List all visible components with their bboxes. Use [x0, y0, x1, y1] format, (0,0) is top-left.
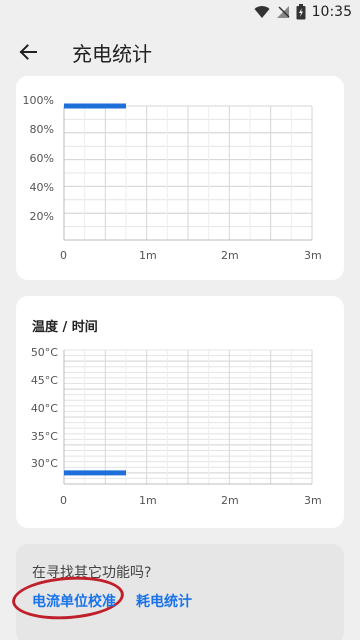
- x-tick-label: 0: [60, 249, 67, 262]
- more-features-card: 在寻找其它功能吗? 电流单位校准 耗电统计: [10, 544, 344, 640]
- x-tick-label: 3m: [304, 494, 322, 507]
- y-tick-label: 80%: [29, 123, 54, 136]
- y-tick-label: 100%: [22, 94, 54, 107]
- y-tick-label: 40°C: [30, 402, 58, 415]
- chart-title: 温度 / 时间: [32, 320, 98, 335]
- y-tick-label: 35°C: [30, 430, 58, 443]
- battery-chart-card: 100% 80% 60% 40% 20% 0 1m 2m 3m: [16, 76, 344, 280]
- y-tick-label: 30°C: [30, 457, 58, 470]
- grid: [63, 105, 313, 241]
- back-button[interactable]: [0, 24, 56, 80]
- temperature-chart-plot: [63, 349, 313, 485]
- battery-charging-icon: [296, 4, 306, 20]
- x-tick-label: 1m: [139, 494, 157, 507]
- app-bar: 充电统计: [0, 24, 360, 80]
- temperature-chart-card: 温度 / 时间 50°C 45°C 40°C 35°C 30°C 0 1m 2m…: [16, 296, 344, 528]
- y-tick-label: 50°C: [30, 346, 58, 359]
- x-tick-label: 2m: [221, 249, 239, 262]
- page-title: 充电统计: [72, 41, 152, 66]
- x-tick-label: 1m: [139, 249, 157, 262]
- status-icons: [254, 4, 306, 20]
- x-tick-label: 2m: [221, 494, 239, 507]
- grid: [63, 349, 313, 485]
- current-unit-calibration-link[interactable]: 电流单位校准: [32, 591, 116, 611]
- status-time: 10:35: [311, 4, 352, 20]
- x-tick-label: 3m: [304, 249, 322, 262]
- y-tick-label: 60%: [29, 152, 54, 165]
- arrow-back-icon: [19, 44, 37, 60]
- y-tick-label: 20%: [29, 210, 54, 223]
- x-tick-label: 0: [60, 494, 67, 507]
- signal-off-icon: [276, 6, 290, 18]
- power-consumption-stats-link[interactable]: 耗电统计: [136, 591, 192, 611]
- status-bar: 10:35: [0, 0, 360, 24]
- y-tick-label: 40%: [29, 181, 54, 194]
- battery-chart-plot: [63, 103, 313, 241]
- wifi-icon: [254, 6, 270, 19]
- y-tick-label: 45°C: [30, 374, 58, 387]
